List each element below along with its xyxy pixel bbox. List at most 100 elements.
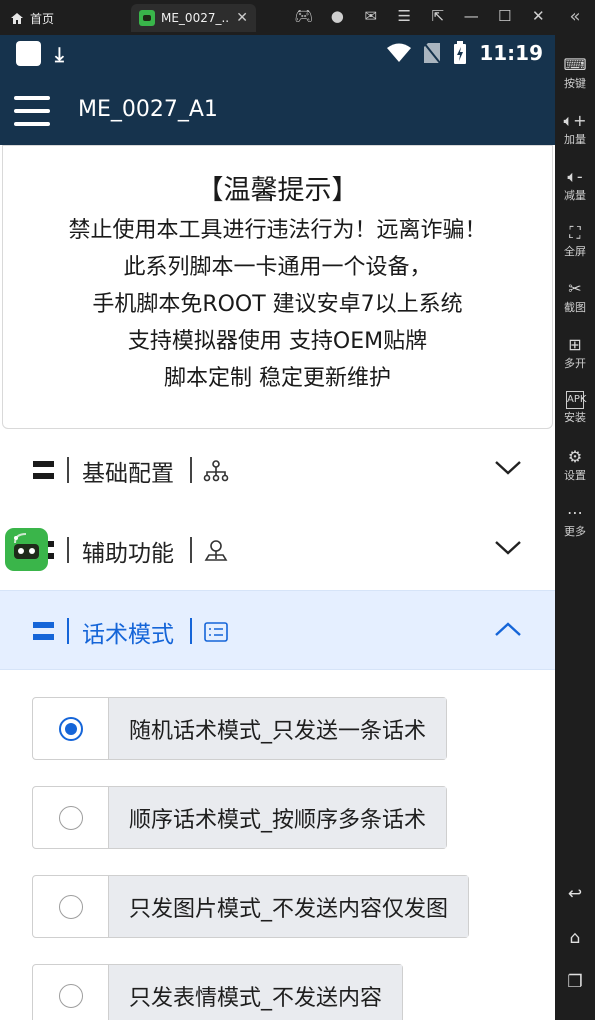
emulator-window: 首页 ME_0027_... ✕ 🎮︎ ● ✉ ☰ ⇱ — ☐ ✕ « ⌨ 按键…: [0, 0, 595, 1020]
notice-line: 禁止使用本工具进行违法行为！远离诈骗！: [68, 218, 487, 243]
divider: [67, 537, 69, 563]
volume-down-button[interactable]: 🔈︎- 减量: [555, 167, 595, 203]
screenshot-button[interactable]: ✂ 截图: [555, 279, 595, 315]
menu-icon[interactable]: ☰: [388, 7, 422, 25]
multi-open-button[interactable]: ⊞ 多开: [555, 335, 595, 371]
more-label: 更多: [564, 525, 586, 538]
section-label: 基础配置: [82, 461, 174, 487]
list-card-icon: [204, 622, 228, 642]
close-icon[interactable]: ✕: [236, 10, 248, 26]
mode-option[interactable]: 随机话术模式_只发送一条话术: [32, 697, 448, 760]
gear-icon: ⚙: [567, 447, 583, 466]
radio-button[interactable]: [58, 894, 83, 919]
app-tab[interactable]: ME_0027_... ✕: [131, 4, 256, 32]
person-pin-icon: [204, 540, 228, 561]
notice-card: 【温馨提示】 禁止使用本工具进行违法行为！远离诈骗！ 此系列脚本一卡通用一个设备…: [2, 145, 553, 429]
settings-button[interactable]: ⚙ 设置: [555, 447, 595, 483]
keyboard-icon: ⌨: [563, 55, 587, 74]
mode-option-label[interactable]: 随机话术模式_只发送一条话术: [108, 698, 447, 759]
volume-down-label: 减量: [564, 189, 586, 202]
fullscreen-icon: ⛶: [569, 223, 581, 242]
section-script-mode[interactable]: 话术模式: [0, 590, 555, 670]
notice-line: 此系列脚本一卡通用一个设备，: [123, 255, 432, 280]
status-bar: ⤓ 11:19: [0, 35, 555, 75]
grip-icon: [33, 461, 54, 479]
notice-line: 脚本定制 稳定更新维护: [164, 366, 391, 391]
user-icon[interactable]: ●: [321, 7, 355, 25]
volume-up-button[interactable]: 🔈︎+ 加量: [555, 111, 595, 147]
screenshot-label: 截图: [564, 301, 586, 314]
chevron-down-icon[interactable]: [494, 537, 522, 559]
radio-cell: [33, 787, 108, 848]
chevron-down-icon[interactable]: [494, 457, 522, 479]
back-icon[interactable]: ↩: [555, 884, 595, 904]
keyboard-button[interactable]: ⌨ 按键: [555, 55, 595, 91]
mode-option-label[interactable]: 只发表情模式_不发送内容: [108, 965, 403, 1020]
maximize-icon[interactable]: ☐: [488, 7, 522, 25]
radio-cell: [33, 698, 108, 759]
window-controls: 🎮︎ ● ✉ ☰ ⇱ — ☐ ✕: [287, 7, 555, 25]
radio-button[interactable]: [58, 805, 83, 830]
sitemap-icon: [203, 460, 229, 482]
fullscreen-button[interactable]: ⛶ 全屏: [555, 223, 595, 259]
section-assist[interactable]: 辅助功能: [0, 510, 555, 590]
fullscreen-label: 全屏: [564, 245, 586, 258]
gamepad-icon[interactable]: 🎮︎: [287, 7, 321, 25]
apk-icon: APK: [566, 391, 586, 409]
mode-option[interactable]: 顺序话术模式_按顺序多条话术: [32, 786, 448, 849]
notice-line: 支持模拟器使用 支持OEM贴牌: [127, 329, 428, 354]
clock: 11:19: [479, 41, 543, 65]
recents-icon[interactable]: ❐: [555, 972, 595, 992]
section-label: 辅助功能: [82, 541, 174, 567]
minimize-icon[interactable]: —: [455, 7, 489, 25]
more-button[interactable]: ⋯ 更多: [555, 503, 595, 539]
window-close-icon[interactable]: ✕: [522, 7, 556, 25]
notice-title: 【温馨提示】: [196, 175, 359, 206]
notification-square-icon: [16, 41, 41, 66]
divider: [190, 537, 192, 563]
volume-up-label: 加量: [564, 133, 586, 146]
app-tab-label: ME_0027_...: [161, 11, 231, 25]
mode-option-label[interactable]: 只发图片模式_不发送内容仅发图: [108, 876, 469, 937]
multi-open-label: 多开: [564, 357, 586, 370]
divider: [190, 618, 192, 644]
mode-option[interactable]: 只发表情模式_不发送内容: [32, 964, 404, 1020]
phone-screen: ⤓ 11:19 ME_0027_A1 【温馨提示】 禁止使用本工具进行违法行为！…: [0, 35, 555, 1020]
home-tab-label: 首页: [30, 11, 55, 26]
app-title: ME_0027_A1: [78, 97, 218, 122]
section-label: 话术模式: [82, 622, 174, 648]
multi-open-icon: ⊞: [568, 335, 582, 354]
divider: [67, 457, 69, 483]
section-basic-config[interactable]: 基础配置: [0, 430, 555, 510]
radio-button[interactable]: [58, 983, 83, 1008]
notice-line: 手机脚本免ROOT 建议安卓7以上系统: [92, 292, 463, 317]
divider: [190, 457, 192, 483]
wifi-icon: [387, 43, 412, 62]
radio-cell: [33, 876, 108, 937]
home-tab[interactable]: 首页: [10, 6, 54, 30]
keyboard-label: 按键: [564, 77, 586, 90]
floating-robot-app-icon[interactable]: [5, 528, 48, 571]
mode-option[interactable]: 只发图片模式_不发送内容仅发图: [32, 875, 470, 938]
mail-icon[interactable]: ✉: [354, 7, 388, 25]
android-home-icon[interactable]: ⌂: [555, 928, 595, 948]
robot-icon: [14, 533, 39, 559]
radio-button-selected[interactable]: [58, 716, 83, 741]
mode-option-label[interactable]: 顺序话术模式_按顺序多条话术: [108, 787, 447, 848]
collapse-sidebar-icon[interactable]: «: [555, 6, 595, 27]
volume-down-icon: 🔈︎-: [567, 167, 583, 186]
no-sim-icon: [423, 42, 442, 64]
download-icon: ⤓: [55, 41, 64, 66]
home-icon: [11, 12, 23, 24]
grip-icon: [33, 622, 54, 640]
emulator-sidebar: « ⌨ 按键 🔈︎+ 加量 🔈︎- 减量 ⛶ 全屏 ✂ 截图 ⊞ 多开 APK …: [555, 0, 595, 1020]
scissors-icon: ✂: [568, 279, 582, 298]
install-apk-button[interactable]: APK 安装: [555, 391, 595, 425]
main-content: 【温馨提示】 禁止使用本工具进行违法行为！远离诈骗！ 此系列脚本一卡通用一个设备…: [0, 145, 555, 1020]
popout-icon[interactable]: ⇱: [421, 7, 455, 25]
chevron-up-icon[interactable]: [494, 618, 522, 640]
settings-label: 设置: [564, 469, 586, 482]
volume-up-icon: 🔈︎+: [563, 111, 587, 130]
app-tab-icon: [139, 10, 155, 26]
hamburger-menu-icon[interactable]: [14, 96, 50, 126]
